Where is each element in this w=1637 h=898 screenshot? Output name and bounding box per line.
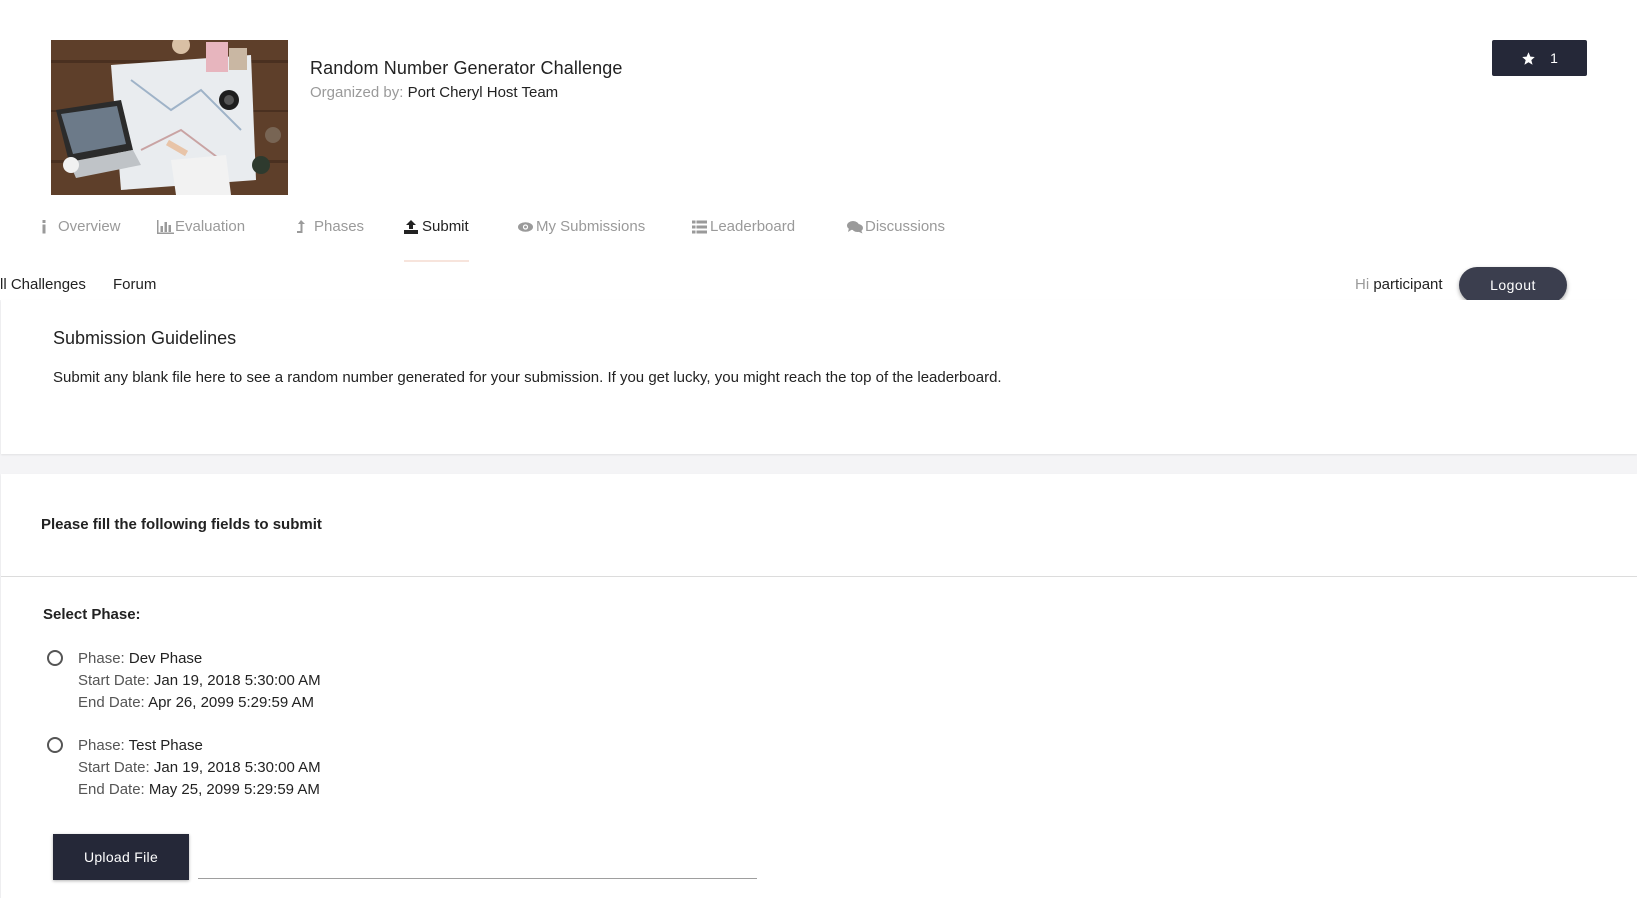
- organizer-info: Organized by: Port Cheryl Host Team: [310, 84, 558, 101]
- challenge-header: Random Number Generator Challenge Organi…: [0, 0, 1637, 300]
- phase-name-row: Phase: Dev Phase: [78, 648, 321, 670]
- bar-chart-icon: [157, 220, 174, 234]
- logout-button[interactable]: Logout: [1459, 267, 1567, 303]
- end-date-label: End Date:: [78, 781, 145, 798]
- phase-label: Phase:: [78, 737, 125, 754]
- organizer-name[interactable]: Port Cheryl Host Team: [408, 84, 559, 101]
- challenge-title: Random Number Generator Challenge: [310, 58, 623, 78]
- start-date-label: Start Date:: [78, 672, 150, 689]
- tab-submit[interactable]: Submit: [404, 218, 469, 262]
- phase-details: Phase: Dev Phase Start Date: Jan 19, 201…: [78, 648, 321, 714]
- username[interactable]: participant: [1373, 276, 1442, 293]
- end-date: Apr 26, 2099 5:29:59 AM: [148, 694, 315, 711]
- tab-my-submissions[interactable]: My Submissions: [518, 218, 645, 262]
- tab-evaluation[interactable]: Evaluation: [157, 218, 245, 262]
- eye-icon: [518, 220, 533, 234]
- level-up-icon: [296, 220, 310, 234]
- all-challenges-link[interactable]: ll Challenges: [0, 276, 86, 293]
- tab-label: My Submissions: [536, 218, 646, 235]
- star-count: 1: [1550, 50, 1558, 66]
- phase-radio[interactable]: [47, 650, 63, 666]
- tab-overview[interactable]: Overview: [40, 218, 121, 262]
- tab-label: Leaderboard: [710, 218, 796, 235]
- select-phase-label: Select Phase:: [43, 606, 141, 623]
- guidelines-title: Submission Guidelines: [53, 328, 237, 348]
- end-date-label: End Date:: [78, 694, 145, 711]
- upload-file-button[interactable]: Upload File: [53, 834, 189, 880]
- comments-icon: [847, 220, 863, 234]
- upload-icon: [404, 220, 418, 234]
- guidelines-text: Submit any blank file here to see a rand…: [53, 369, 1002, 386]
- start-date: Jan 19, 2018 5:30:00 AM: [153, 759, 321, 776]
- start-date-label: Start Date:: [78, 759, 150, 776]
- submission-form-card: Please fill the following fields to subm…: [1, 474, 1637, 898]
- tab-label: Overview: [58, 218, 121, 235]
- star-button[interactable]: 1: [1492, 40, 1587, 76]
- tab-phases[interactable]: Phases: [296, 218, 364, 262]
- forum-link[interactable]: Forum: [113, 276, 156, 293]
- phase-start-row: Start Date: Jan 19, 2018 5:30:00 AM: [78, 757, 321, 779]
- list-icon: [692, 220, 707, 234]
- challenge-image: [51, 40, 288, 195]
- file-name-field[interactable]: [198, 878, 757, 879]
- user-greeting: Hi participant: [1355, 276, 1443, 293]
- tab-label: Evaluation: [175, 218, 246, 235]
- tab-label: Phases: [314, 218, 365, 235]
- phase-name: Test Phase: [128, 737, 203, 754]
- info-icon: [40, 220, 54, 234]
- secondary-nav: ll Challenges Forum Hi participant: [0, 270, 1637, 300]
- greeting-text: Hi: [1355, 276, 1370, 293]
- tab-discussions[interactable]: Discussions: [847, 218, 945, 262]
- tab-label: Submit: [422, 218, 469, 235]
- star-icon: [1521, 51, 1536, 66]
- phase-start-row: Start Date: Jan 19, 2018 5:30:00 AM: [78, 670, 321, 692]
- phase-label: Phase:: [78, 650, 125, 667]
- tab-label: Discussions: [865, 218, 946, 235]
- submission-guidelines-card: Submission Guidelines Submit any blank f…: [1, 300, 1637, 454]
- end-date: May 25, 2099 5:29:59 AM: [148, 781, 320, 798]
- organized-by-label: Organized by:: [310, 84, 404, 101]
- form-heading: Please fill the following fields to subm…: [41, 516, 322, 533]
- tab-leaderboard[interactable]: Leaderboard: [692, 218, 795, 262]
- phase-name: Dev Phase: [128, 650, 203, 667]
- start-date: Jan 19, 2018 5:30:00 AM: [153, 672, 321, 689]
- phase-end-row: End Date: May 25, 2099 5:29:59 AM: [78, 779, 321, 801]
- phase-details: Phase: Test Phase Start Date: Jan 19, 20…: [78, 735, 321, 801]
- phase-radio[interactable]: [47, 737, 63, 753]
- phase-name-row: Phase: Test Phase: [78, 735, 321, 757]
- divider: [1, 576, 1637, 577]
- phase-end-row: End Date: Apr 26, 2099 5:29:59 AM: [78, 692, 321, 714]
